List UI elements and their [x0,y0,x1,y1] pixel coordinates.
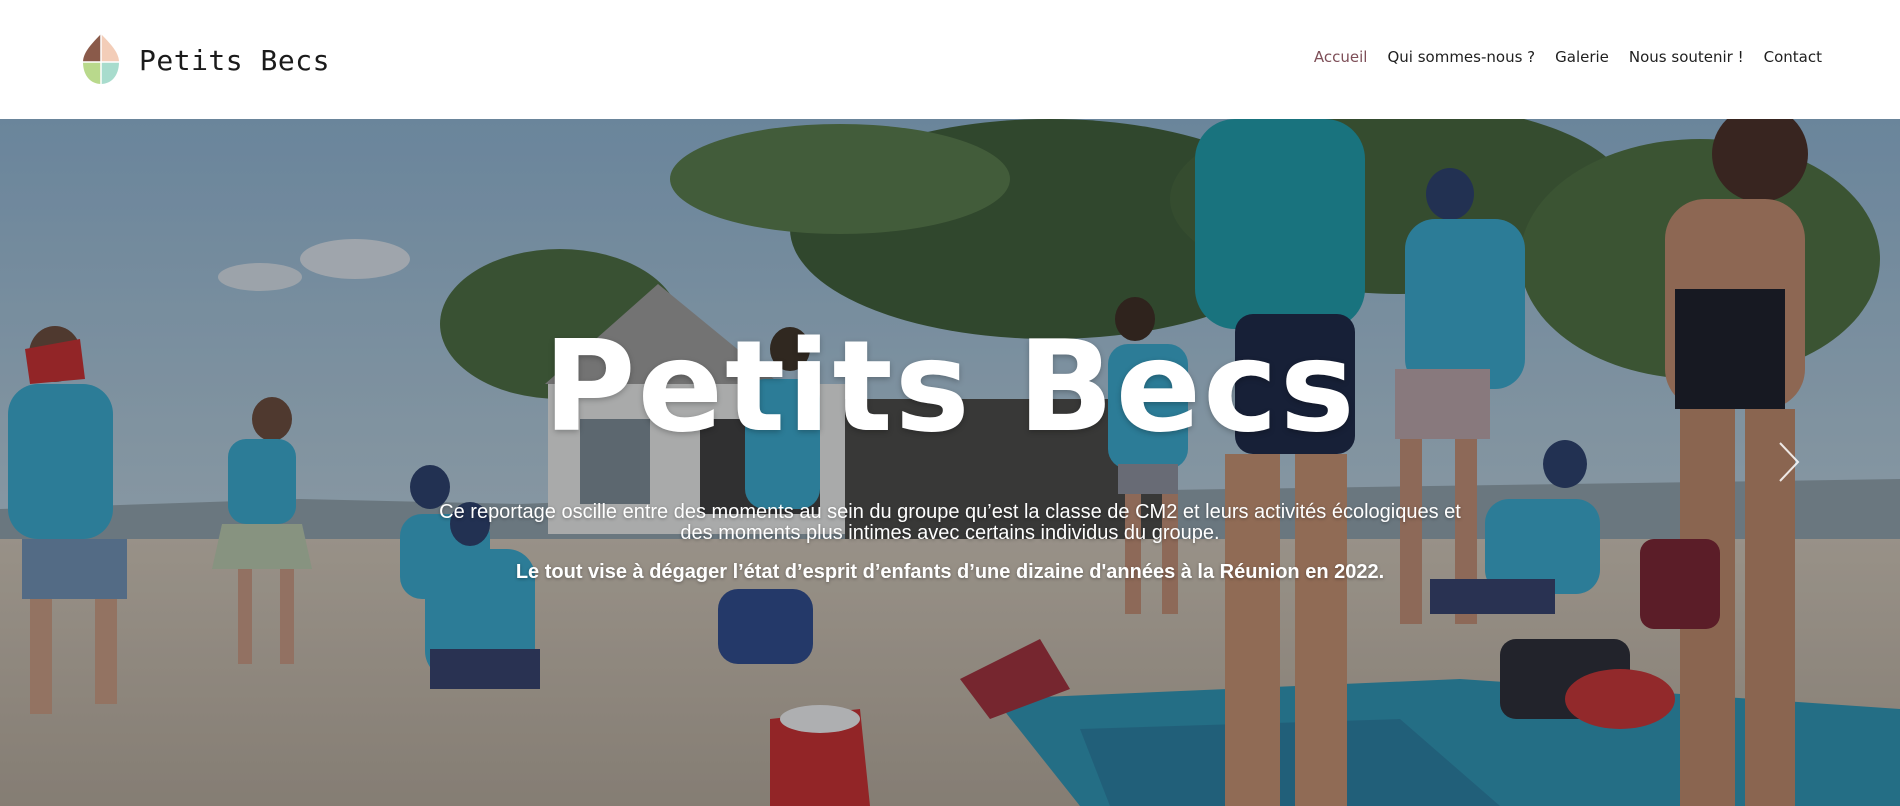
site-header: Petits Becs Accueil Qui sommes-nous ? Ga… [0,0,1900,119]
leaf-drop-logo-icon [83,34,119,84]
nav-item-qui-sommes-nous[interactable]: Qui sommes-nous ? [1387,48,1535,66]
hero-highlight: Le tout vise à dégager l’état d’esprit d… [515,561,1385,583]
hero-title: Petits Becs [543,313,1357,460]
nav-item-nous-soutenir[interactable]: Nous soutenir ! [1629,48,1744,66]
slideshow-next-button[interactable] [1774,439,1804,485]
brand-name[interactable]: Petits Becs [139,44,330,77]
nav-item-accueil[interactable]: Accueil [1314,48,1368,66]
hero-dark-overlay [0,119,1900,806]
chevron-right-icon [1779,442,1800,482]
main-nav: Accueil Qui sommes-nous ? Galerie Nous s… [1314,48,1822,66]
hero-slideshow: Petits Becs Ce reportage oscille entre d… [0,119,1900,806]
hero-description: Ce reportage oscille entre des moments a… [439,501,1461,544]
nav-item-contact[interactable]: Contact [1764,48,1822,66]
logo-link[interactable] [79,32,123,88]
nav-item-galerie[interactable]: Galerie [1555,48,1609,66]
